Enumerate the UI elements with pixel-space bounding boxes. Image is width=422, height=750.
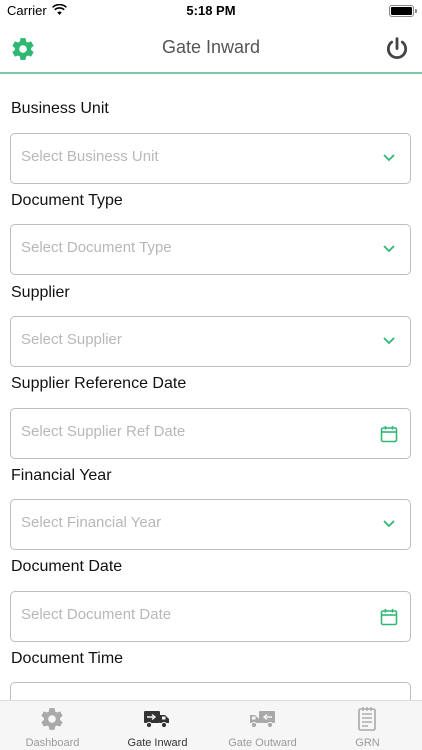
supplier-ref-date-label: Supplier Reference Date (11, 375, 187, 392)
supplier-ref-date-field[interactable]: Select Supplier Ref Date (10, 408, 411, 459)
document-date-field[interactable]: Select Document Date (10, 591, 411, 642)
tab-grn-label: GRN (355, 737, 380, 749)
document-time-label: Document Time (11, 650, 124, 667)
supplier-placeholder: Select Supplier (21, 331, 122, 348)
tab-grn[interactable]: GRN (315, 701, 420, 750)
document-type-label: Document Type (11, 192, 123, 209)
calendar-icon[interactable] (380, 608, 398, 626)
tab-dashboard[interactable]: Dashboard (0, 701, 105, 750)
supplier-label: Supplier (11, 284, 70, 301)
chevron-down-icon (383, 245, 395, 253)
truck-icon (250, 711, 275, 729)
document-type-dropdown[interactable]: Select Document Type (10, 224, 411, 275)
status-time: 5:18 PM (186, 3, 236, 18)
chevron-down-icon (383, 520, 395, 528)
financial-year-dropdown[interactable]: Select Financial Year (10, 499, 411, 550)
calendar-icon[interactable] (380, 425, 398, 443)
chevron-down-icon (383, 337, 395, 345)
document-date-placeholder: Select Document Date (21, 606, 172, 623)
tab-dashboard-label: Dashboard (25, 737, 80, 749)
status-bar: Carrier 5:18 PM (0, 0, 422, 22)
tab-gate-outward-label: Gate Outward (228, 737, 297, 749)
supplier-ref-date-placeholder: Select Supplier Ref Date (21, 423, 186, 440)
document-icon (358, 707, 376, 731)
business-unit-label: Business Unit (11, 100, 109, 117)
truck-icon (144, 711, 169, 729)
tab-gate-inward[interactable]: Gate Inward (105, 701, 210, 750)
power-icon[interactable] (384, 36, 410, 62)
financial-year-label: Financial Year (11, 467, 112, 484)
gate-inward-form: Business Unit Select Business Unit Docum… (0, 74, 422, 700)
business-unit-placeholder: Select Business Unit (21, 148, 159, 165)
battery-icon (389, 5, 417, 17)
document-date-label: Document Date (11, 558, 123, 575)
business-unit-dropdown[interactable]: Select Business Unit (10, 133, 411, 184)
gear-icon (41, 708, 63, 730)
financial-year-placeholder: Select Financial Year (21, 514, 162, 531)
supplier-dropdown[interactable]: Select Supplier (10, 316, 411, 367)
tab-gate-inward-label: Gate Inward (127, 737, 188, 749)
tab-gate-outward[interactable]: Gate Outward (210, 701, 315, 750)
chevron-down-icon (383, 154, 395, 162)
page-title: Gate Inward (161, 37, 261, 57)
document-time-field[interactable] (10, 682, 411, 700)
document-type-placeholder: Select Document Type (21, 239, 172, 256)
navigation-header: Gate Inward (0, 22, 422, 74)
tab-bar: Dashboard Gate Inward Gate Outward GRN (0, 700, 422, 750)
